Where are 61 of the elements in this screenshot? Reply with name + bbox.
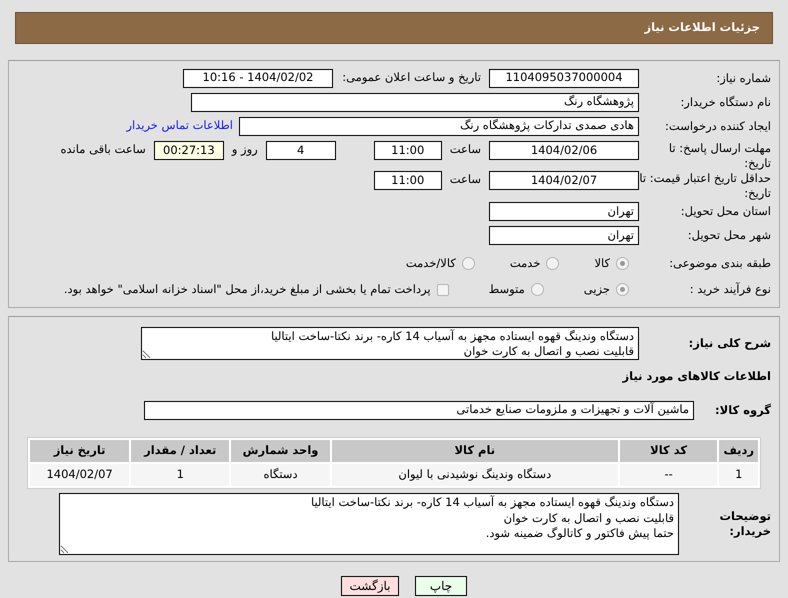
- field-label: نوع فرآیند خرید :: [688, 282, 771, 298]
- radio-button[interactable]: [616, 257, 629, 270]
- need-number-field: 1104095037000004: [489, 68, 639, 88]
- goods-group-field: ماشین آلات و تجهیزات و ملزومات صنایع خدماتی: [144, 400, 694, 420]
- days-field: 4: [266, 141, 336, 160]
- radio-label: کالا: [594, 255, 610, 272]
- description-field[interactable]: دستگاه وندینگ قهوه ایستاده مجهز به آسیاب 14 کاره- برند نکتا-ساخت ایتالیا قابلیت نصب و اتصال به کارت خوان: [141, 326, 639, 360]
- radio-label: خدمت: [510, 255, 540, 272]
- radio-label: جزیی: [584, 281, 610, 298]
- column-header: واحد شمارش: [231, 440, 330, 462]
- deadline-time-field: 11:00: [374, 141, 442, 160]
- radio-button[interactable]: [546, 257, 560, 270]
- table-cell: دستگاه: [231, 464, 330, 486]
- back-button[interactable]: بازگشت: [341, 576, 399, 596]
- table-cell: 1: [719, 464, 758, 486]
- table-cell: 1: [131, 464, 230, 486]
- field-label: مهلت ارسال پاسخ: تا تاریخ:: [668, 141, 771, 171]
- field-label: روز و: [232, 141, 258, 158]
- column-header: تعداد / مقدار: [131, 440, 230, 462]
- field-label: شرح کلی نیاز:: [688, 336, 771, 351]
- remaining-time-field: 00:27:13: [154, 141, 224, 160]
- field-label: ایجاد کننده درخواست:: [664, 118, 771, 134]
- radio-button[interactable]: [462, 257, 475, 270]
- field-label: استان محل تحویل:: [680, 204, 771, 220]
- field-label: ساعت: [450, 141, 481, 158]
- province-field: تهران: [489, 202, 639, 222]
- table-cell: دستگاه وندینگ نوشیدنی با لیوان: [332, 464, 618, 486]
- buyer-org-field: پژوهشگاه رنگ: [191, 92, 639, 112]
- field-label: تاریخ و ساعت اعلان عمومی:: [341, 69, 481, 86]
- deadline-date-field: 1404/02/06: [489, 141, 639, 160]
- column-header: تاریخ نیاز: [30, 440, 130, 462]
- section-title: اطلاعات کالاهای مورد نیاز: [621, 368, 771, 385]
- announce-date-field: 1404/02/02 - 10:16: [183, 68, 333, 88]
- field-label: شهر محل تحویل:: [686, 228, 771, 244]
- buyer-notes-field[interactable]: دستگاه وندینگ قهوه ایستاده مجهز به آسیاب 14 کاره- برند نکتا-ساخت ایتالیا قابلیت نصب و اتصال به کارت خوان حتما پیش فاکتور و کاتالوگ ضمینه شود.: [59, 493, 679, 555]
- field-label: طبقه بندی موضوعی:: [668, 256, 771, 272]
- field-label: شماره نیاز:: [715, 70, 771, 86]
- column-header: ردیف: [719, 440, 758, 462]
- payment-note: پرداخت تمام یا بخشی از مبلغ خرید،از محل "اسناد خزانه اسلامی" خواهد بود.: [64, 281, 431, 298]
- field-label: گروه کالا:: [714, 402, 771, 418]
- field-label: نام دستگاه خریدار:: [679, 94, 771, 110]
- column-header: نام کالا: [332, 440, 618, 462]
- field-label: ساعت: [450, 170, 481, 188]
- validity-time-field: 11:00: [374, 170, 442, 190]
- contact-link[interactable]: اطلاعات تماس خریدار: [126, 117, 233, 135]
- print-button[interactable]: چاپ: [415, 576, 467, 596]
- field-label: حداقل تاریخ اعتبار قیمت: تا تاریخ:: [639, 170, 771, 201]
- field-label: توضیحات خریدار:: [718, 509, 771, 539]
- city-field: تهران: [489, 226, 639, 246]
- radio-button[interactable]: [530, 283, 544, 296]
- table-cell: 1404/02/07: [30, 464, 130, 486]
- radio-label: کالا/خدمت: [406, 255, 456, 272]
- field-label: ساعت باقی مانده: [60, 141, 146, 158]
- checkbox[interactable]: [436, 284, 449, 296]
- page-title: جزئیات اطلاعات نیاز: [15, 12, 773, 44]
- table-cell: --: [620, 464, 718, 486]
- requester-field: هادی صمدی تدارکات پژوهشگاه رنگ: [239, 116, 639, 136]
- radio-button[interactable]: [616, 283, 629, 296]
- validity-date-field: 1404/02/07: [489, 170, 639, 190]
- column-header: کد کالا: [620, 440, 718, 462]
- radio-label: متوسط: [488, 281, 525, 298]
